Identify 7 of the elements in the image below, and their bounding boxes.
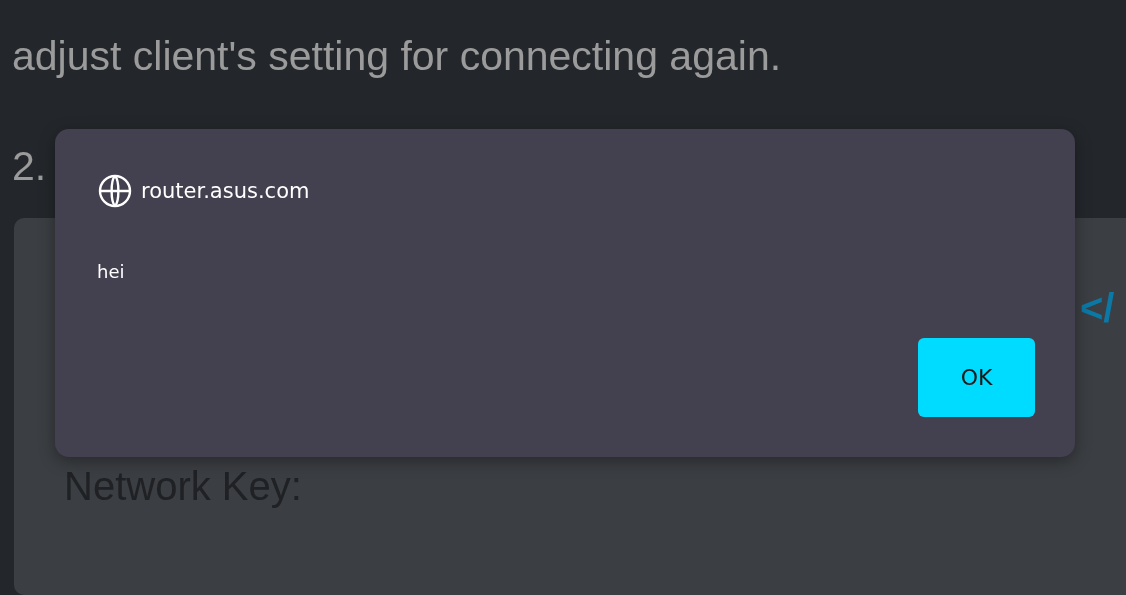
step-number: 2.: [12, 142, 47, 190]
globe-icon: [97, 173, 133, 209]
dialog-origin: router.asus.com: [141, 179, 310, 203]
code-mark: </: [1080, 286, 1115, 331]
paragraph: adjust client's setting for connecting again.: [12, 32, 783, 81]
dialog-message: hei: [97, 261, 125, 282]
ok-button[interactable]: OK: [918, 338, 1035, 417]
